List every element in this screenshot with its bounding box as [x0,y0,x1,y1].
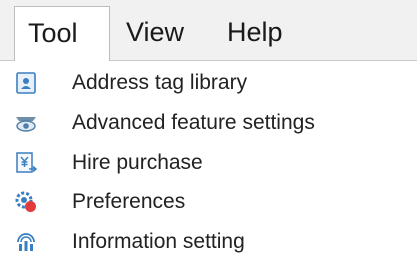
menu-view[interactable]: View [126,6,206,60]
menu-item-information-setting[interactable]: Information setting [0,222,417,262]
menu-item-label: Address tag library [72,71,248,94]
yen-document-icon [14,151,38,175]
information-setting-icon [14,230,38,254]
menu-item-preferences[interactable]: Preferences [0,182,417,222]
menu-item-address-tag-library[interactable]: Address tag library [0,63,417,103]
tool-dropdown-menu: Address tag library Advanced feature set… [0,61,417,260]
menu-item-advanced-feature-settings[interactable]: Advanced feature settings [0,103,417,143]
menu-item-label: Information setting [72,230,245,253]
menu-item-label: Preferences [72,190,186,213]
address-book-icon [14,71,38,95]
menu-bar: Tool View Help [0,0,417,61]
menu-item-label: Hire purchase [72,151,203,174]
menu-item-hire-purchase[interactable]: Hire purchase [0,143,417,183]
menu-tool[interactable]: Tool [14,6,110,61]
eye-settings-icon [14,111,38,135]
preferences-gear-icon [14,190,38,214]
menu-item-label: Advanced feature settings [72,111,315,134]
menu-help[interactable]: Help [227,6,307,60]
